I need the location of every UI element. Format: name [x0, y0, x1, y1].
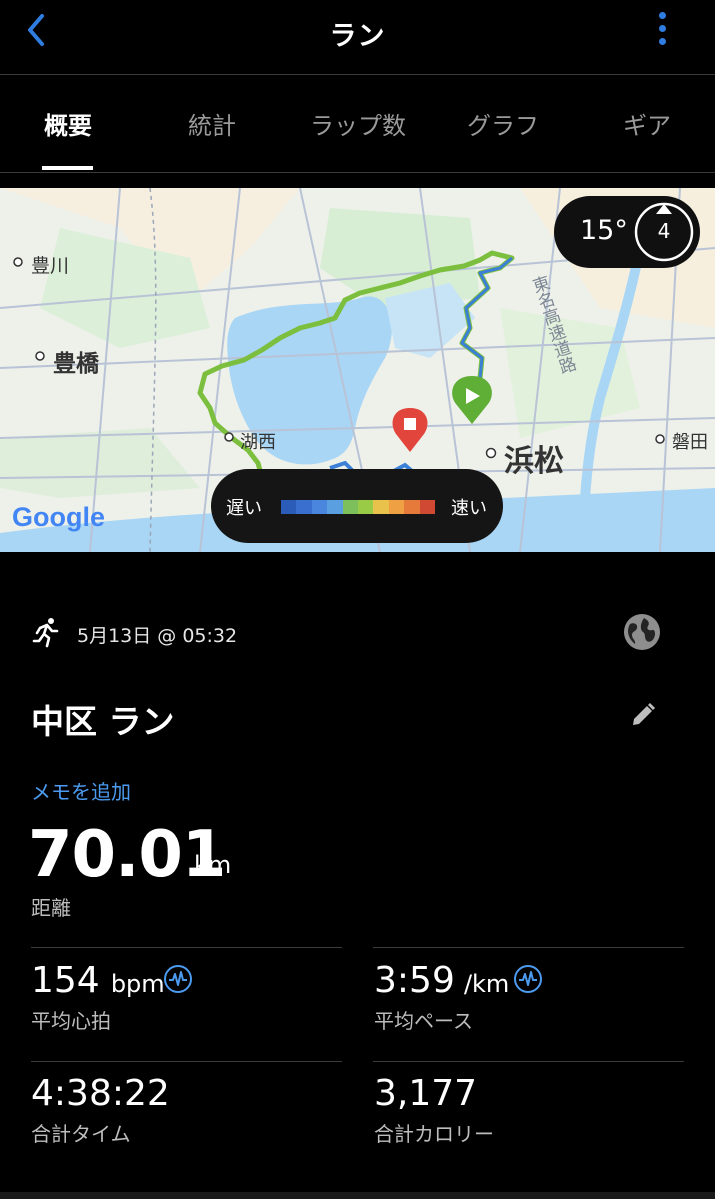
tab-laps[interactable]: ラップ数 — [306, 106, 410, 141]
avg-pace-stat: 3:59 /km — [374, 960, 509, 1001]
divider — [373, 947, 684, 948]
tab-gear[interactable]: ギア — [621, 106, 673, 141]
pace-color-swatch — [281, 500, 297, 514]
divider — [31, 1061, 342, 1062]
avg-heart-rate-stat: 154 bpm — [31, 960, 165, 1001]
google-logo: Google — [12, 502, 105, 532]
pace-color-scale — [281, 500, 436, 514]
divider — [31, 947, 342, 948]
map-label-iwata: 磐田 — [672, 432, 708, 453]
tab-bar: 概要 統計 ラップ数 グラフ ギア — [0, 74, 715, 173]
distance-unit: km — [194, 851, 232, 879]
pencil-icon[interactable] — [628, 700, 658, 730]
pace-color-swatch — [388, 500, 405, 514]
pace-color-swatch — [311, 500, 328, 514]
map-label-kosai: 湖西 — [240, 432, 276, 453]
map-label-toyohashi: 豊橋 — [53, 351, 99, 377]
avg-pace-value: 3:59 — [374, 960, 455, 1001]
bottom-edge — [0, 1192, 715, 1199]
tab-stats[interactable]: 統計 — [186, 106, 238, 141]
add-memo-link[interactable]: メモを追加 — [31, 776, 131, 805]
pace-color-swatch — [373, 500, 389, 514]
map-label-toyokawa: 豊川 — [31, 255, 70, 277]
avg-pace-label: 平均ペース — [374, 1009, 473, 1033]
pace-legend-fast: 速い — [451, 498, 487, 519]
pace-color-swatch — [419, 500, 436, 514]
pace-color-swatch — [342, 500, 359, 514]
avg-heart-rate-label: 平均心拍 — [31, 1009, 111, 1033]
avg-heart-rate-value: 154 — [31, 960, 100, 1001]
pace-color-swatch — [404, 500, 420, 514]
more-vertical-icon[interactable] — [652, 12, 672, 52]
pace-zone-icon[interactable] — [513, 964, 543, 994]
tab-graph[interactable]: グラフ — [464, 106, 542, 141]
total-calories-value: 3,177 — [374, 1073, 478, 1114]
heart-rate-zone-icon[interactable] — [163, 964, 193, 994]
activity-title: 中区 ラン — [31, 702, 175, 741]
temperature: 15° — [580, 215, 628, 246]
pace-color-swatch — [358, 500, 374, 514]
total-time-label: 合計タイム — [31, 1122, 131, 1146]
total-calories-label: 合計カロリー — [374, 1122, 494, 1146]
tab-overview[interactable]: 概要 — [42, 106, 94, 141]
activity-date: 5月13日 @ 05:32 — [77, 625, 238, 647]
pace-legend-slow: 遅い — [226, 498, 262, 519]
running-icon — [32, 618, 59, 648]
divider — [373, 1061, 684, 1062]
app-header: ラン — [0, 0, 715, 75]
active-tab-indicator — [42, 166, 93, 170]
map-label-hamamatsu: 浜松 — [504, 444, 564, 479]
wind-speed: 4 — [657, 219, 671, 243]
pace-color-swatch — [296, 500, 312, 514]
page-title: ラン — [329, 21, 386, 52]
globe-icon[interactable] — [622, 612, 662, 652]
avg-heart-rate-unit: bpm — [110, 970, 165, 998]
avg-pace-unit: /km — [463, 970, 510, 998]
distance-label: 距離 — [31, 896, 71, 920]
pace-color-swatch — [327, 500, 343, 514]
total-time-value: 4:38:22 — [31, 1073, 170, 1114]
